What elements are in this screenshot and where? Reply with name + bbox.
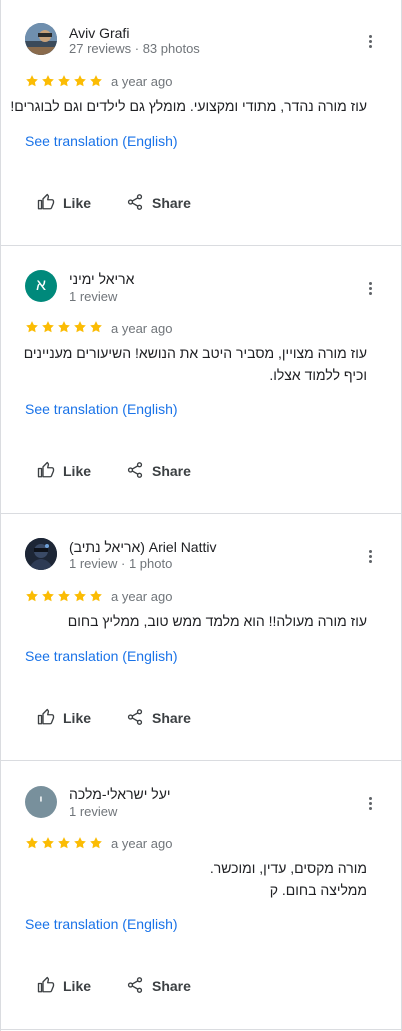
thumbs-up-icon — [37, 461, 55, 482]
star-icon — [26, 321, 38, 333]
more-options-icon[interactable] — [361, 32, 379, 50]
star-icon — [90, 321, 102, 333]
review-text-line: מורה מקסים, עדין, ומוכשר. — [209, 860, 367, 876]
reviewer-name[interactable]: יעל ישראלי-מלכה — [69, 785, 171, 803]
star-icon — [74, 321, 86, 333]
star-rating — [25, 74, 103, 90]
review-date: a year ago — [111, 74, 173, 89]
review-date: a year ago — [111, 589, 173, 604]
avatar-letter: א — [35, 277, 47, 294]
share-button[interactable]: Share — [126, 461, 191, 481]
share-label: Share — [152, 463, 191, 479]
review-text-line: ממליצה בחום. ק — [269, 882, 367, 898]
star-icon — [42, 837, 54, 849]
share-label: Share — [152, 978, 191, 994]
reviewer-meta: 1 review — [69, 804, 118, 819]
reviewer-name[interactable]: אריאל ימיני — [69, 270, 134, 288]
star-icon — [42, 321, 54, 333]
review-date: a year ago — [111, 836, 173, 851]
like-button[interactable]: Like — [37, 708, 91, 728]
star-icon — [58, 321, 70, 333]
reviewer-name[interactable]: (אריאל נתיב) Ariel Nattiv — [69, 538, 216, 556]
like-button[interactable]: Like — [37, 193, 91, 213]
avatar-letter: י — [38, 793, 44, 810]
review-card: א אריאל ימיני 1 review a year ago עוז מו… — [1, 246, 402, 513]
review-text-line: עוז מורה מעולה!! הוא מלמד ממש טוב, ממליץ… — [67, 613, 367, 629]
review-text-line: עוז מורה נהדר, מתודי ומקצועי. מומלץ גם ל… — [10, 98, 367, 114]
reviews-panel: Aviv Grafi 27 reviews · 83 photos a year… — [0, 0, 402, 1031]
reviewer-avatar[interactable]: א — [25, 270, 57, 302]
more-options-icon[interactable] — [361, 794, 379, 812]
more-options-icon[interactable] — [361, 279, 379, 297]
reviewer-avatar[interactable] — [25, 23, 57, 55]
like-label: Like — [63, 195, 92, 211]
like-button[interactable]: Like — [37, 976, 91, 996]
reviewer-avatar[interactable]: י — [25, 786, 57, 818]
like-button[interactable]: Like — [37, 461, 91, 481]
star-icon — [58, 75, 70, 87]
star-icon — [58, 590, 70, 602]
star-rating — [25, 320, 103, 336]
star-icon — [58, 837, 70, 849]
star-icon — [42, 75, 54, 87]
share-icon — [126, 193, 144, 214]
reviewer-meta: 27 reviews · 83 photos — [69, 41, 200, 56]
review-text: עוז מורה נהדר, מתודי ומקצועי. מומלץ גם ל… — [10, 95, 367, 117]
share-label: Share — [152, 195, 191, 211]
share-button[interactable]: Share — [126, 193, 191, 213]
thumbs-up-icon — [37, 976, 55, 997]
see-translation-link[interactable]: See translation (English) — [25, 915, 178, 933]
review-text: עוז מורה מצויין, מסביר היטב את הנושא! הש… — [24, 342, 367, 386]
review-card: Aviv Grafi 27 reviews · 83 photos a year… — [1, 0, 402, 245]
review-text: עוז מורה מעולה!! הוא מלמד ממש טוב, ממליץ… — [68, 610, 367, 632]
star-icon — [26, 837, 38, 849]
share-label: Share — [152, 710, 191, 726]
review-text-line: עוז מורה מצויין, מסביר היטב את הנושא! הש… — [23, 345, 367, 361]
like-label: Like — [63, 710, 92, 726]
reviewer-meta: 1 review · 1 photo — [69, 556, 173, 571]
review-divider — [1, 1029, 402, 1030]
share-icon — [126, 708, 144, 729]
thumbs-up-icon — [37, 708, 55, 729]
review-text: מורה מקסים, עדין, ומוכשר. ממליצה בחום. ק — [210, 857, 367, 901]
thumbs-up-icon — [37, 193, 55, 214]
see-translation-link[interactable]: See translation (English) — [25, 647, 178, 665]
star-rating — [25, 589, 103, 605]
reviewer-avatar[interactable] — [25, 538, 57, 570]
share-button[interactable]: Share — [126, 708, 191, 728]
share-icon — [126, 976, 144, 997]
review-card: (אריאל נתיב) Ariel Nattiv 1 review · 1 p… — [1, 514, 402, 760]
star-icon — [90, 590, 102, 602]
see-translation-link[interactable]: See translation (English) — [25, 132, 178, 150]
see-translation-link[interactable]: See translation (English) — [25, 400, 178, 418]
review-card: י יעל ישראלי-מלכה 1 review a year ago מו… — [1, 761, 402, 1031]
star-icon — [26, 590, 38, 602]
review-date: a year ago — [111, 321, 173, 336]
star-icon — [74, 590, 86, 602]
star-icon — [26, 75, 38, 87]
like-label: Like — [63, 978, 92, 994]
star-icon — [90, 837, 102, 849]
more-options-icon[interactable] — [361, 547, 379, 565]
reviewer-meta: 1 review — [69, 289, 118, 304]
reviewer-name[interactable]: Aviv Grafi — [69, 24, 129, 42]
share-icon — [126, 461, 144, 482]
review-text-line: וכיף ללמוד אצלו. — [269, 367, 367, 383]
star-icon — [74, 837, 86, 849]
star-icon — [74, 75, 86, 87]
star-rating — [25, 836, 103, 852]
star-icon — [90, 75, 102, 87]
star-icon — [42, 590, 54, 602]
like-label: Like — [63, 463, 92, 479]
share-button[interactable]: Share — [126, 976, 191, 996]
